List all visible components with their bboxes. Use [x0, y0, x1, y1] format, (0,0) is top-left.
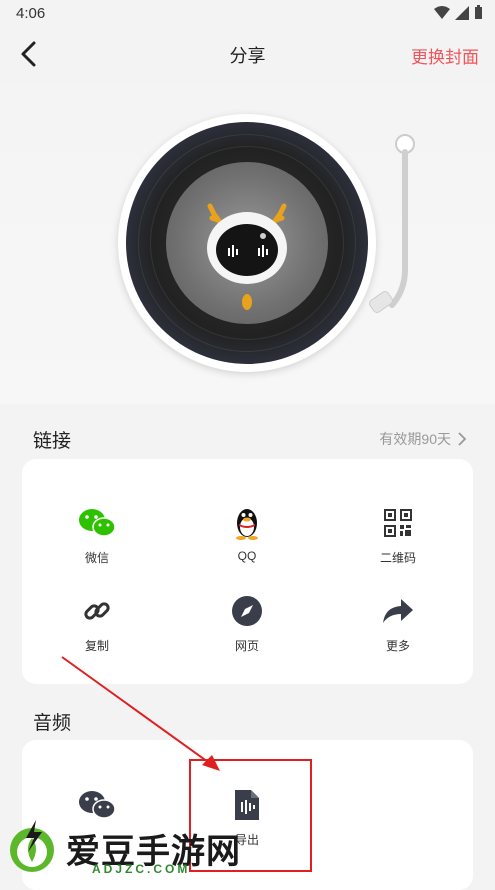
battery-icon: [475, 5, 482, 19]
share-webpage-button[interactable]: 网页: [187, 591, 307, 654]
robot-mascot-icon: [207, 203, 287, 310]
share-wechat-button[interactable]: 微信: [37, 503, 157, 566]
validity-link[interactable]: 有效期90天: [379, 429, 467, 449]
share-qrcode-label: 二维码: [379, 551, 416, 565]
share-arrow-icon: [383, 599, 413, 623]
qq-penguin-icon: [236, 509, 258, 540]
wechat-icon: [79, 509, 116, 537]
share-more-button[interactable]: 更多: [338, 591, 458, 654]
qr-code-icon: [384, 509, 412, 537]
share-webpage-label: 网页: [234, 639, 259, 653]
watermark-subtext: ADJZC.COM: [92, 862, 191, 876]
share-wechat-label: 微信: [84, 551, 109, 565]
share-more-label: 更多: [385, 639, 410, 653]
change-cover-button[interactable]: 更换封面: [411, 43, 479, 68]
compass-icon: [232, 596, 262, 626]
watermark: 爱豆手游网 ADJZC.COM: [6, 818, 246, 878]
link-share-card: 微信 QQ 二维码 复制 网页 更多: [22, 459, 473, 684]
wifi-icon: [434, 5, 450, 19]
validity-text: 有效期90天: [379, 431, 451, 447]
link-section-title: 链接: [33, 431, 72, 452]
status-time: 4:06: [16, 5, 46, 22]
copy-link-button[interactable]: 复制: [37, 591, 157, 654]
vinyl-record: [118, 114, 376, 372]
wechat-icon: [79, 791, 116, 819]
share-qq-label: QQ: [237, 549, 257, 563]
share-qrcode-button[interactable]: 二维码: [338, 503, 458, 566]
copy-link-label: 复制: [84, 639, 109, 653]
signal-icon: [455, 5, 469, 20]
nav-bar: 分享 更换封面: [0, 28, 495, 82]
status-icons: [434, 5, 483, 20]
link-icon: [84, 602, 110, 620]
cover-label: [166, 162, 328, 324]
tonearm-icon: [369, 134, 415, 313]
share-qq-button[interactable]: QQ: [187, 503, 307, 563]
status-bar: 4:06: [0, 0, 495, 28]
chevron-right-icon: [458, 432, 467, 446]
watermark-logo-icon: [10, 820, 54, 872]
